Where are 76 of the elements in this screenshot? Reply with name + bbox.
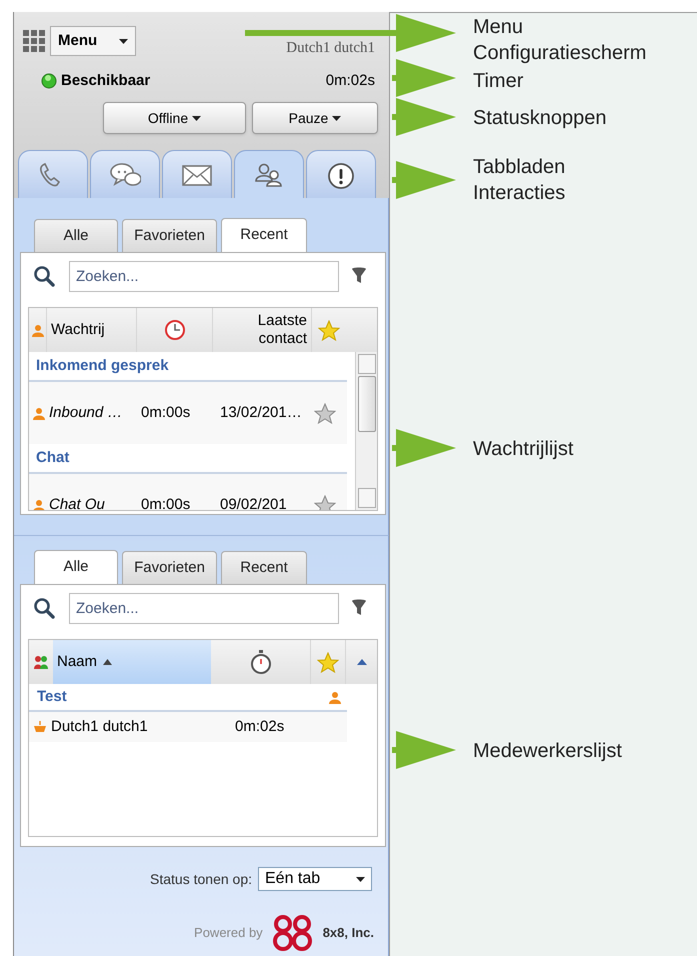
wait-time: 0m:00s bbox=[141, 402, 192, 423]
callout-label: Statusknoppen bbox=[473, 106, 606, 131]
agent-name: Dutch1 dutch1 bbox=[51, 716, 149, 737]
stopwatch-icon bbox=[250, 650, 272, 674]
list-tab[interactable]: Alle bbox=[34, 550, 118, 584]
person-icon bbox=[32, 324, 44, 336]
list-tab[interactable]: Recent bbox=[221, 218, 307, 252]
company-name: 8x8, Inc. bbox=[322, 924, 374, 942]
agent-timer: 0m:02s bbox=[235, 716, 284, 737]
callout-label: Menu Configuratiescherm bbox=[473, 15, 646, 66]
alert-icon bbox=[325, 160, 357, 188]
people-group-icon bbox=[34, 655, 48, 669]
interaction-tab[interactable] bbox=[18, 150, 88, 198]
people-icon bbox=[253, 160, 285, 188]
caret-icon bbox=[332, 116, 342, 120]
last-contact-date: 13/02/201… bbox=[220, 402, 303, 423]
search-icon bbox=[33, 597, 55, 619]
group-header: Test bbox=[37, 686, 67, 707]
scrollbar[interactable] bbox=[355, 352, 377, 510]
callout-arrow bbox=[392, 161, 456, 199]
callout-label: Tabbladen Interacties bbox=[473, 155, 566, 206]
filter-icon bbox=[351, 267, 367, 285]
coffee-cup-icon bbox=[34, 721, 46, 733]
callout-label: Timer bbox=[473, 69, 524, 94]
column-header: Wachtrij bbox=[47, 308, 137, 352]
column-header[interactable]: Naam bbox=[53, 640, 211, 684]
caret-icon bbox=[119, 38, 128, 44]
chat-bubbles-icon bbox=[109, 160, 141, 188]
company-logo bbox=[272, 915, 313, 951]
powered-by-text: Powered by bbox=[194, 924, 263, 942]
status-label: Beschikbaar bbox=[61, 70, 150, 91]
status-button[interactable]: Pauze bbox=[252, 102, 378, 134]
person-icon bbox=[33, 498, 45, 510]
caret-icon bbox=[192, 116, 202, 120]
last-contact-date: 09/02/201 bbox=[220, 494, 288, 510]
queue-name: Inbound … bbox=[49, 402, 124, 423]
queue-name: Chat Ou bbox=[49, 494, 106, 510]
sort-up-icon bbox=[103, 659, 112, 665]
clock-icon bbox=[164, 319, 186, 341]
caret-icon bbox=[356, 876, 365, 882]
star-icon bbox=[317, 652, 339, 672]
search-field[interactable]: Zoeken... bbox=[69, 592, 339, 624]
callout-arrow bbox=[392, 98, 456, 136]
search-field[interactable]: Zoeken... bbox=[69, 260, 339, 292]
callout-arrow bbox=[392, 59, 456, 97]
person-icon bbox=[329, 690, 341, 704]
list-tab[interactable]: Favorieten bbox=[122, 551, 217, 584]
star-icon bbox=[318, 320, 340, 340]
status-dot-icon bbox=[41, 73, 57, 89]
status-button[interactable]: Offline bbox=[103, 102, 246, 134]
user-name: Dutch1 dutch1 bbox=[286, 38, 375, 58]
wait-time: 0m:00s bbox=[141, 494, 192, 510]
callout-label: Medewerkerslijst bbox=[473, 739, 622, 764]
status-display-label: Status tonen op: bbox=[150, 870, 252, 889]
interaction-tab[interactable] bbox=[306, 150, 376, 198]
callout-arrow bbox=[392, 731, 456, 769]
list-tab[interactable]: Alle bbox=[34, 219, 118, 252]
interaction-tab[interactable] bbox=[234, 150, 304, 198]
filter-icon bbox=[351, 599, 367, 617]
agent-row[interactable]: Dutch1 dutch1 0m:02s bbox=[29, 712, 347, 742]
list-tab[interactable]: Recent bbox=[221, 551, 307, 584]
interaction-tab[interactable] bbox=[162, 150, 232, 198]
queue-row[interactable]: Inbound … 0m:00s 13/02/201… bbox=[29, 382, 347, 444]
interaction-tab[interactable] bbox=[90, 150, 160, 198]
status-display-dropdown[interactable]: Eén tab bbox=[258, 867, 372, 891]
app-grid-icon bbox=[23, 30, 45, 52]
person-icon bbox=[33, 406, 45, 420]
search-icon bbox=[33, 265, 55, 287]
queue-row[interactable]: Chat Ou 0m:00s 09/02/201 bbox=[29, 474, 347, 510]
sort-up-icon bbox=[356, 659, 366, 665]
list-tab[interactable]: Favorieten bbox=[122, 219, 217, 252]
column-header: Laatste contact bbox=[213, 308, 312, 352]
menu-dropdown[interactable]: Menu bbox=[50, 26, 136, 56]
callout-arrow bbox=[392, 429, 456, 467]
callout-label: Wachtrijlijst bbox=[473, 437, 574, 462]
status-timer: 0m:02s bbox=[326, 70, 375, 91]
